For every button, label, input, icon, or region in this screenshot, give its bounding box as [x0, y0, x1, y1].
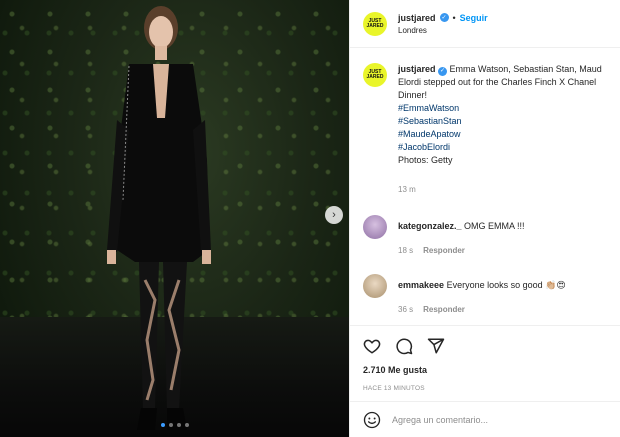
follow-button[interactable]: Seguir — [460, 13, 488, 23]
emoji-icon[interactable] — [363, 411, 381, 429]
reply-button[interactable]: Responder — [423, 246, 465, 255]
like-button[interactable] — [362, 336, 382, 356]
post-actions-bar — [350, 325, 620, 365]
comment-input[interactable] — [392, 414, 592, 425]
heart-icon — [363, 339, 381, 354]
header-separator: • — [452, 12, 456, 23]
share-icon — [427, 338, 445, 353]
post-photo[interactable]: › — [0, 0, 349, 437]
comment-text: OMG EMMA !!! — [464, 221, 525, 231]
photo-credit: Photos: Getty — [398, 155, 453, 165]
carousel-indicator — [0, 423, 349, 427]
commenter-username[interactable]: emmakeee — [398, 280, 444, 290]
likes-count[interactable]: 2.710 Me gusta — [350, 365, 620, 379]
caption-avatar-logo: JUST JARED — [366, 69, 384, 80]
comment-timestamp[interactable]: 36 s — [398, 305, 413, 314]
author-info: justjared ✓ • Seguir Londres — [398, 13, 488, 35]
post-side-panel: JUST JARED justjared ✓ • Seguir Londres … — [349, 0, 620, 437]
author-avatar[interactable]: JUST JARED — [363, 11, 387, 36]
carousel-dot — [184, 423, 189, 427]
hashtag-link[interactable]: #SebastianStan — [398, 115, 608, 128]
person-figure — [107, 6, 211, 430]
author-username[interactable]: justjared — [398, 13, 436, 23]
commenter-avatar[interactable] — [363, 215, 387, 239]
next-photo-button[interactable]: › — [325, 206, 343, 224]
post-caption: JUST JARED justjared ✓ Emma Watson, Seba… — [363, 63, 620, 196]
comment-icon — [396, 338, 413, 354]
hashtag-link[interactable]: #MaudeApatow — [398, 128, 608, 141]
carousel-dot — [168, 423, 173, 427]
verified-badge-icon: ✓ — [438, 67, 448, 76]
commenter-username[interactable]: kategonzalez._ — [398, 221, 462, 231]
hashtag-link[interactable]: #JacobElordi — [398, 141, 608, 154]
hashtag-link[interactable]: #EmmaWatson — [398, 102, 608, 115]
comment-item: emmakeee Everyone looks so good 👏🏼😍 36 s… — [363, 274, 620, 314]
commenter-avatar[interactable] — [363, 274, 387, 298]
add-comment-bar — [350, 401, 620, 437]
instagram-post: › JUST JARED justjared ✓ • Seguir Londre… — [0, 0, 620, 437]
comment-item: kategonzalez._ OMG EMMA !!! 18 s Respond… — [363, 215, 620, 255]
verified-badge-icon: ✓ — [439, 13, 449, 22]
comment-text: Everyone looks so good 👏🏼😍 — [446, 280, 566, 290]
comment-button[interactable] — [394, 336, 414, 356]
reply-button[interactable]: Responder — [423, 305, 465, 314]
caption-author-avatar[interactable]: JUST JARED — [363, 63, 387, 87]
caption-timestamp[interactable]: 13 m — [398, 183, 608, 196]
post-header: JUST JARED justjared ✓ • Seguir Londres — [350, 0, 620, 48]
post-timestamp[interactable]: HACE 13 MINUTOS — [350, 385, 620, 401]
share-button[interactable] — [426, 336, 446, 356]
carousel-dot — [176, 423, 181, 427]
carousel-dot — [160, 423, 165, 427]
caption-username[interactable]: justjared — [398, 64, 436, 74]
chevron-right-icon: › — [332, 208, 336, 221]
post-location[interactable]: Londres — [398, 26, 488, 35]
comment-timestamp[interactable]: 18 s — [398, 246, 413, 255]
comments-feed[interactable]: JUST JARED justjared ✓ Emma Watson, Seba… — [350, 48, 620, 325]
author-avatar-logo: JUST JARED — [366, 17, 384, 29]
